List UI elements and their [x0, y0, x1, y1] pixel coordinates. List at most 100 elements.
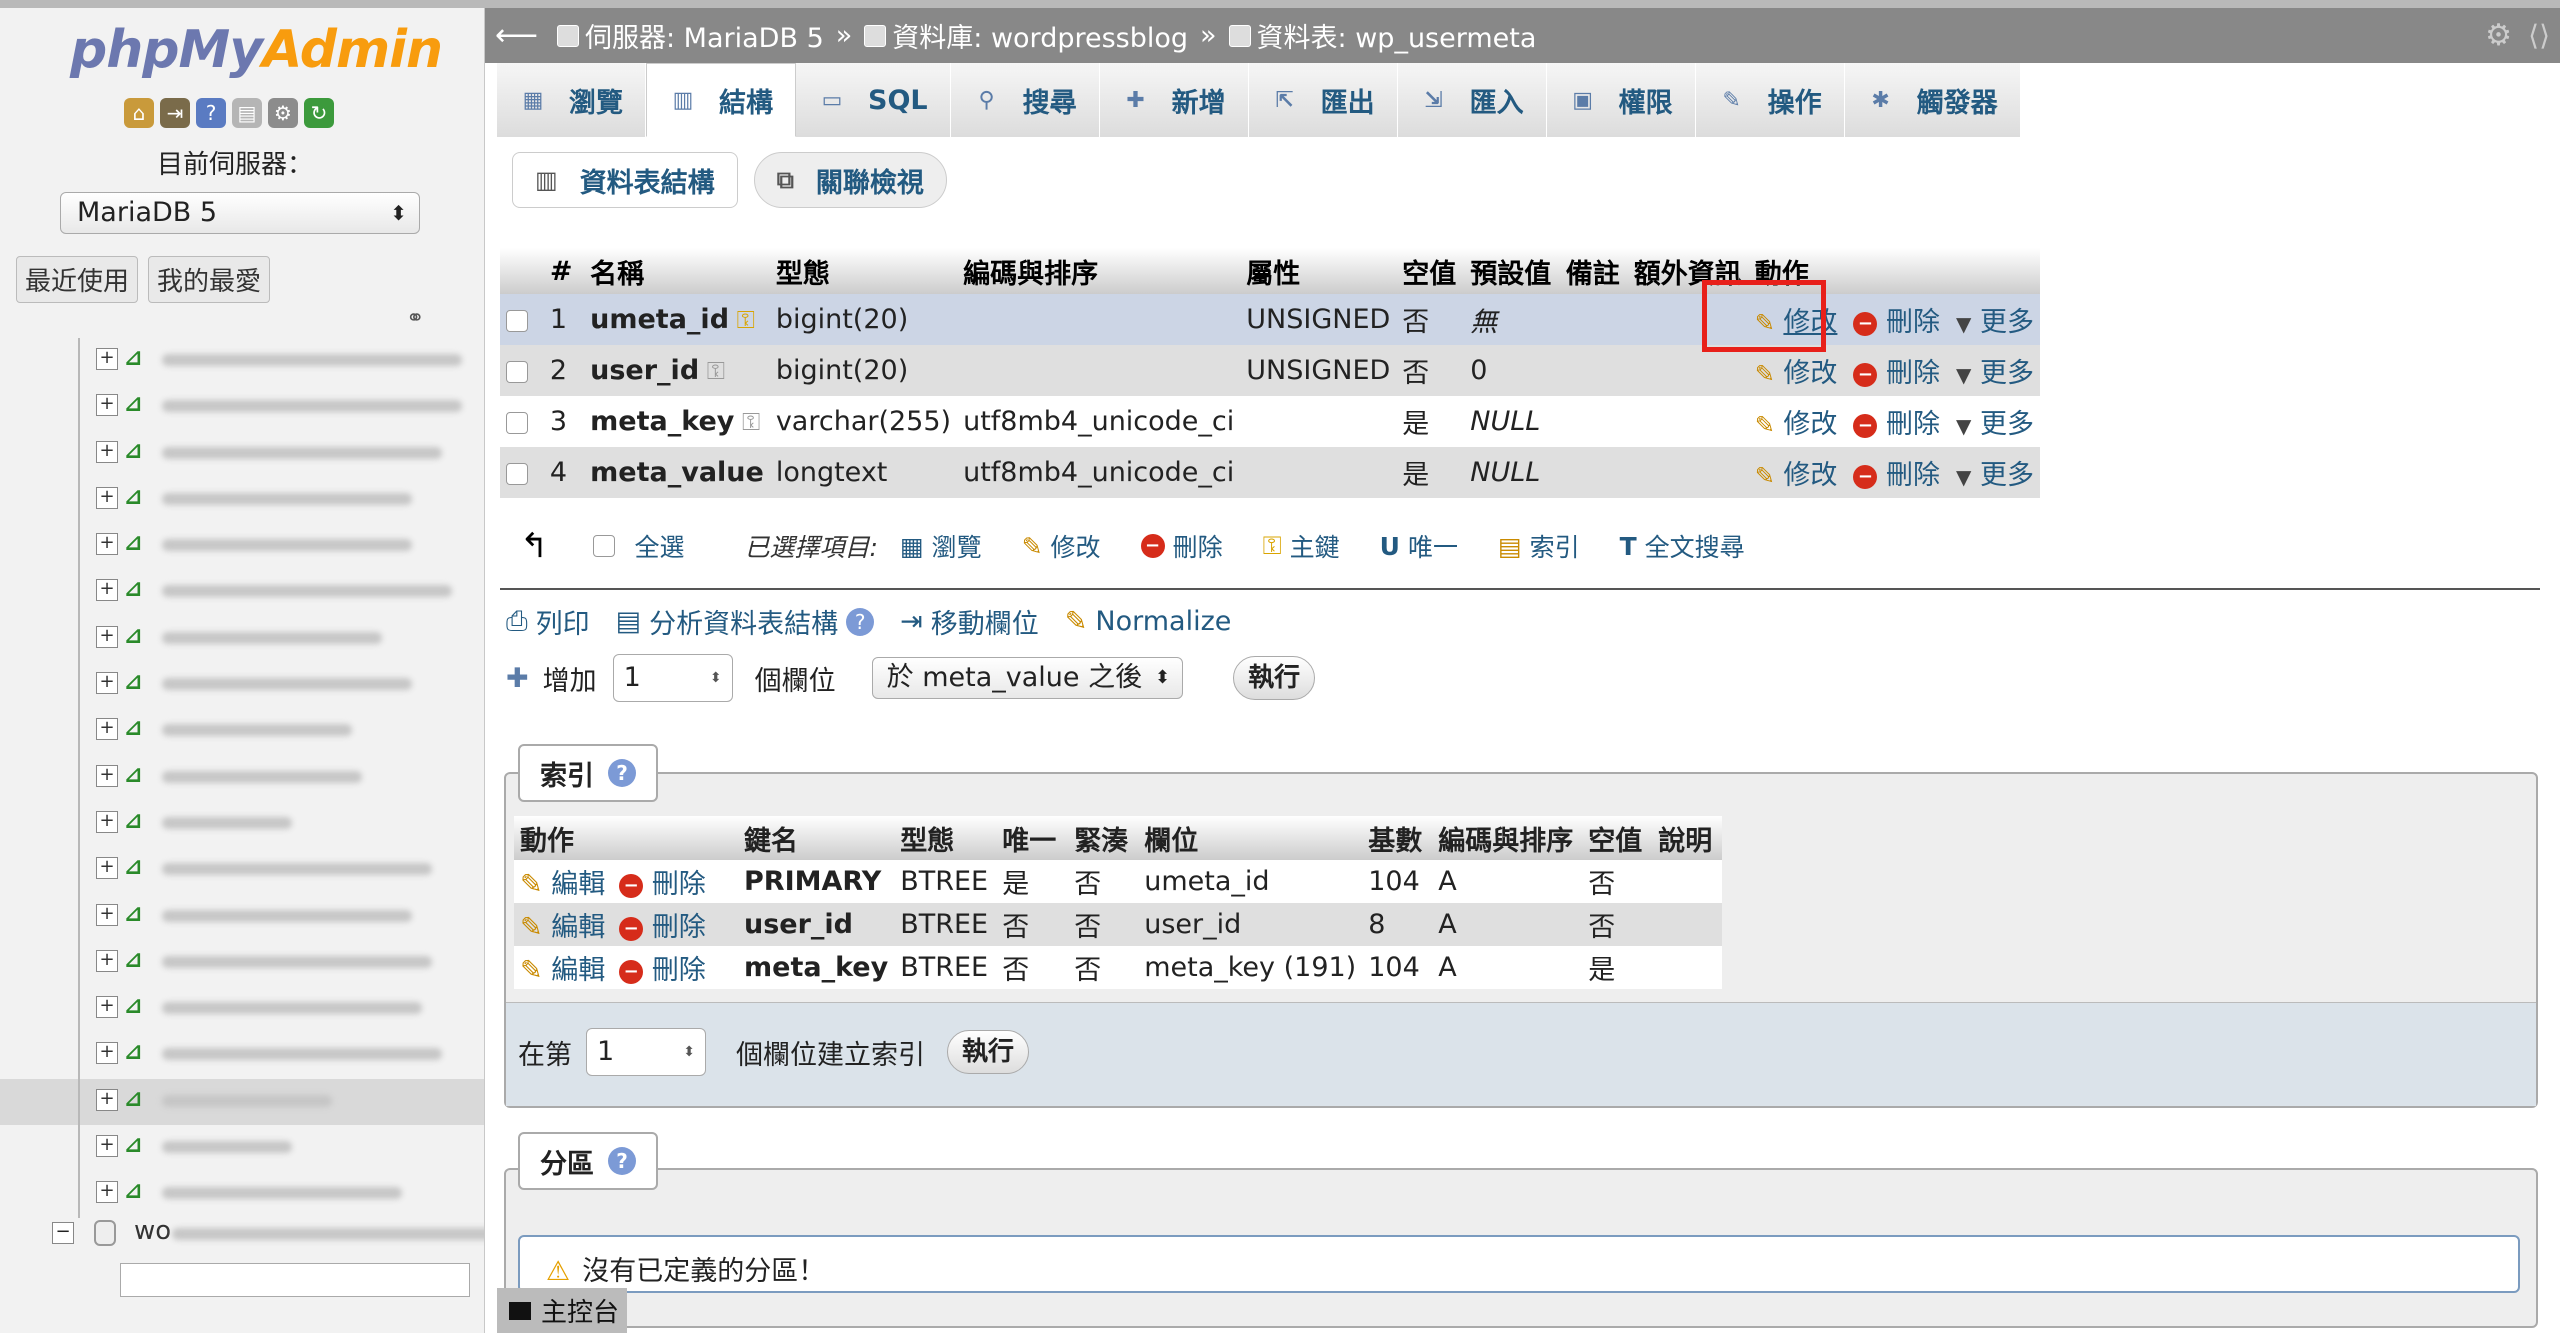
- link-with-main-icon[interactable]: ⚭: [406, 306, 424, 331]
- collapse-icon[interactable]: −: [52, 1222, 74, 1244]
- tab-structure[interactable]: ▥ 結構: [646, 63, 796, 137]
- tree-table-item[interactable]: + ⊿: [0, 986, 484, 1033]
- tab-import[interactable]: ⇲ 匯入: [1397, 63, 1547, 137]
- tree-table-item[interactable]: + ⊿: [0, 1125, 484, 1172]
- tree-table-item[interactable]: + ⊿: [0, 1078, 484, 1126]
- tree-table-item[interactable]: + ⊿: [0, 476, 484, 524]
- table-structure-icon[interactable]: ⊿: [124, 439, 150, 465]
- delete-index-link[interactable]: − 刪除: [619, 912, 706, 943]
- logout-icon[interactable]: ⇥: [160, 98, 190, 128]
- check-all-label[interactable]: 全選: [635, 528, 685, 564]
- table-structure-icon[interactable]: ⊿: [124, 670, 150, 696]
- subtab-table-structure[interactable]: ▥ 資料表結構: [512, 152, 738, 208]
- expand-icon[interactable]: +: [96, 857, 118, 880]
- table-structure-icon[interactable]: ⊿: [124, 1133, 150, 1159]
- phpmyadmin-logo[interactable]: phpMyAdmin: [70, 20, 443, 80]
- bulk-delete-button[interactable]: − 刪除: [1140, 528, 1223, 564]
- expand-icon[interactable]: +: [96, 579, 118, 602]
- normalize-link[interactable]: ✎ Normalize: [1065, 606, 1232, 637]
- analyze-structure-link[interactable]: ▤ 分析資料表結構?: [616, 602, 875, 641]
- expand-icon[interactable]: +: [96, 1088, 118, 1111]
- bulk-index-button[interactable]: ▤ 索引: [1498, 528, 1580, 564]
- settings-gear-icon[interactable]: ⚙: [268, 98, 298, 128]
- bulk-fulltext-button[interactable]: T 全文搜尋: [1620, 528, 1745, 564]
- table-structure-icon[interactable]: ⊿: [124, 809, 150, 835]
- table-structure-icon[interactable]: ⊿: [124, 485, 150, 511]
- tree-table-item[interactable]: + ⊿: [0, 800, 484, 848]
- table-structure-icon[interactable]: ⊿: [124, 994, 150, 1020]
- table-structure-icon[interactable]: ⊿: [124, 346, 150, 372]
- add-columns-go-button[interactable]: 執行: [1233, 656, 1316, 700]
- expand-icon[interactable]: +: [96, 810, 118, 833]
- tree-table-item[interactable]: + ⊿: [0, 847, 484, 894]
- back-arrow-icon[interactable]: ⟵: [495, 18, 538, 53]
- help-icon[interactable]: ?: [196, 98, 226, 128]
- help-icon[interactable]: ?: [846, 607, 875, 636]
- expand-icon[interactable]: +: [96, 440, 118, 463]
- tree-table-item[interactable]: + ⊿: [0, 1032, 484, 1079]
- tab-search[interactable]: ⚲ 搜尋: [950, 63, 1100, 137]
- expand-icon[interactable]: +: [96, 996, 118, 1019]
- edit-index-link[interactable]: ✎ 編輯: [520, 912, 605, 943]
- table-structure-icon[interactable]: ⊿: [124, 763, 150, 789]
- move-columns-link[interactable]: ⇥ 移動欄位: [900, 602, 1039, 641]
- tree-table-item[interactable]: + ⊿: [0, 523, 484, 570]
- console-toggle[interactable]: 主控台: [497, 1288, 627, 1333]
- server-select[interactable]: MariaDB 5 ⬍: [60, 192, 420, 234]
- tab-sql[interactable]: ▭ SQL: [796, 63, 951, 137]
- row-checkbox[interactable]: [506, 411, 528, 434]
- expand-icon[interactable]: +: [96, 672, 118, 695]
- add-columns-count-input[interactable]: 1 ⬍: [612, 654, 733, 702]
- table-structure-icon[interactable]: ⊿: [124, 392, 150, 418]
- edit-column-link[interactable]: ✎ 修改: [1755, 409, 1838, 440]
- tree-table-item[interactable]: + ⊿: [0, 338, 484, 385]
- edit-column-link[interactable]: ✎ 修改: [1755, 460, 1838, 491]
- tab-privileges[interactable]: ▣ 權限: [1546, 63, 1696, 137]
- tab-insert[interactable]: ✚ 新增: [1099, 63, 1249, 137]
- spinner-arrows-icon[interactable]: ⬍: [683, 1029, 695, 1075]
- breadcrumb-server[interactable]: 伺服器: MariaDB 5: [585, 16, 824, 55]
- tree-table-item[interactable]: + ⊿: [0, 1171, 484, 1218]
- tree-table-item[interactable]: + ⊿: [0, 754, 484, 801]
- table-structure-icon[interactable]: ⊿: [124, 902, 150, 928]
- tree-table-item[interactable]: + ⊿: [0, 615, 484, 663]
- tree-filter-input[interactable]: [120, 1263, 470, 1297]
- table-structure-icon[interactable]: ⊿: [124, 855, 150, 881]
- table-structure-icon[interactable]: ⊿: [124, 624, 150, 650]
- expand-icon[interactable]: +: [96, 486, 118, 509]
- more-actions-link[interactable]: ▼ 更多: [1956, 307, 2034, 338]
- tab-browse[interactable]: ▦ 瀏覽: [497, 63, 646, 137]
- expand-icon[interactable]: +: [96, 1135, 118, 1158]
- edit-index-link[interactable]: ✎ 編輯: [520, 955, 605, 986]
- delete-column-link[interactable]: − 刪除: [1853, 460, 1940, 491]
- help-icon[interactable]: ?: [608, 759, 636, 787]
- table-structure-icon[interactable]: ⊿: [124, 948, 150, 974]
- tree-table-item[interactable]: + ⊿: [0, 939, 484, 987]
- delete-column-link[interactable]: − 刪除: [1853, 307, 1940, 338]
- page-settings-gear-icon[interactable]: ⚙: [2485, 18, 2512, 53]
- expand-icon[interactable]: +: [96, 625, 118, 648]
- expand-icon[interactable]: +: [96, 949, 118, 972]
- breadcrumb-database[interactable]: 資料庫: wordpressblog: [892, 16, 1188, 55]
- expand-icon[interactable]: +: [96, 348, 118, 370]
- check-all-checkbox[interactable]: [592, 535, 615, 557]
- edit-column-link[interactable]: ✎ 修改: [1755, 358, 1838, 389]
- bulk-edit-button[interactable]: ✎ 修改: [1022, 528, 1101, 564]
- more-actions-link[interactable]: ▼ 更多: [1956, 358, 2034, 389]
- delete-index-link[interactable]: − 刪除: [619, 869, 706, 900]
- home-icon[interactable]: ⌂: [124, 98, 154, 128]
- expand-icon[interactable]: +: [96, 394, 118, 417]
- create-index-go-button[interactable]: 執行: [947, 1030, 1030, 1074]
- edit-index-link[interactable]: ✎ 編輯: [520, 869, 605, 900]
- expand-icon[interactable]: +: [96, 903, 118, 926]
- tab-operations[interactable]: ✎ 操作: [1695, 63, 1845, 137]
- create-index-count-input[interactable]: 1 ⬍: [586, 1028, 706, 1076]
- tree-table-item[interactable]: + ⊿: [0, 662, 484, 709]
- print-link[interactable]: ⎙ 列印: [506, 602, 590, 641]
- bulk-browse-button[interactable]: ▦ 瀏覽: [900, 528, 982, 564]
- table-structure-icon[interactable]: ⊿: [124, 577, 150, 603]
- expand-icon[interactable]: +: [96, 533, 118, 556]
- favorites-button[interactable]: 我的最愛: [148, 256, 271, 303]
- database-name[interactable]: wo: [134, 1216, 171, 1246]
- delete-column-link[interactable]: − 刪除: [1853, 409, 1940, 440]
